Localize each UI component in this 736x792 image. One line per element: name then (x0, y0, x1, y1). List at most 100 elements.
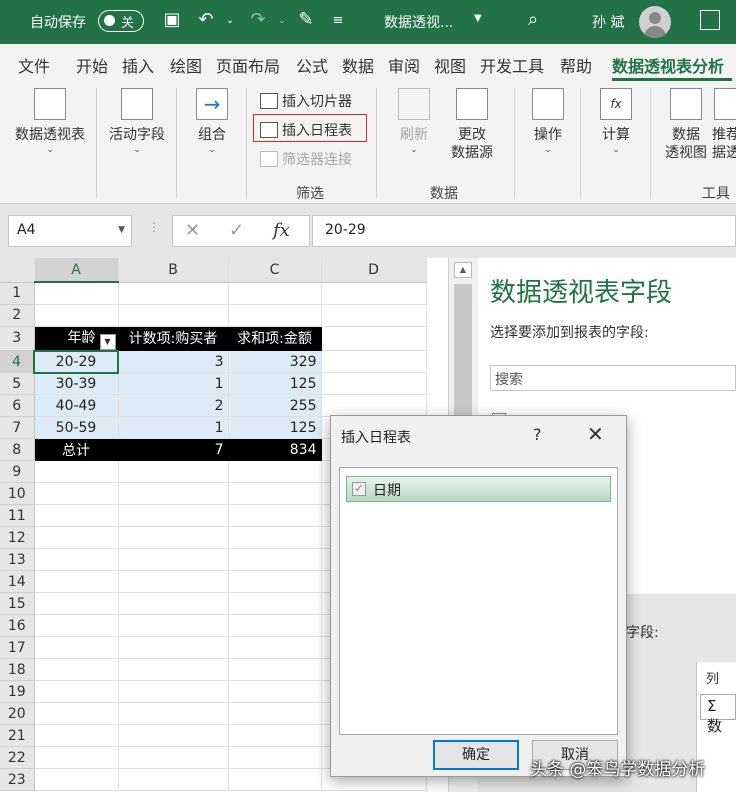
cell[interactable] (34, 614, 119, 637)
cell[interactable] (34, 460, 119, 483)
undo-dropdown-icon[interactable]: ⌄ (218, 15, 242, 26)
close-icon[interactable]: ✕ (587, 422, 604, 446)
pivot-header-age[interactable]: 年龄 ▼ (34, 326, 119, 351)
cell[interactable] (118, 724, 229, 747)
cell[interactable] (118, 304, 229, 327)
tab-review[interactable]: 审阅 (388, 53, 420, 77)
cell[interactable] (228, 680, 322, 703)
cell-age[interactable]: 30-39 (34, 372, 119, 395)
help-icon[interactable]: ? (533, 425, 542, 444)
cell-age[interactable]: 40-49 (34, 394, 119, 417)
row-header[interactable]: 3 (0, 326, 35, 351)
actions-button[interactable]: 操作 ⌄ (524, 88, 572, 156)
cell[interactable] (34, 526, 119, 549)
tab-draw[interactable]: 绘图 (170, 53, 202, 77)
pivotchart-button[interactable]: 数据 透视图 (660, 88, 712, 162)
cell[interactable] (321, 394, 427, 417)
row-header[interactable]: 13 (0, 548, 35, 571)
enter-icon[interactable]: ✓ (229, 220, 244, 241)
cell[interactable] (118, 570, 229, 593)
scroll-up-icon[interactable]: ▲ (454, 262, 472, 278)
row-header[interactable]: 19 (0, 680, 35, 703)
date-field-item[interactable]: ✓ 日期 (346, 476, 611, 502)
cell[interactable] (118, 636, 229, 659)
row-header[interactable]: 9 (0, 460, 35, 483)
title-dropdown-icon[interactable]: ▼ (474, 13, 482, 24)
cell[interactable] (34, 282, 119, 305)
cell[interactable] (118, 460, 229, 483)
tab-pivottable-analyze[interactable]: 数据透视表分析 (612, 53, 724, 77)
tab-developer[interactable]: 开发工具 (480, 53, 544, 77)
tab-home[interactable]: 开始 (76, 53, 108, 77)
cell-count[interactable]: 1 (118, 416, 229, 439)
cell[interactable] (228, 592, 322, 615)
ok-button[interactable]: 确定 (433, 740, 519, 770)
cell[interactable] (118, 768, 229, 791)
cell[interactable] (34, 548, 119, 571)
row-header[interactable]: 15 (0, 592, 35, 615)
pivot-header-sum[interactable]: 求和项:金额 (228, 326, 322, 351)
cell[interactable] (321, 372, 427, 395)
cell[interactable] (118, 548, 229, 571)
cell[interactable] (228, 658, 322, 681)
customize-qat-icon[interactable]: ≡ (326, 13, 350, 28)
active-cell[interactable]: 20-29 (33, 349, 119, 374)
cell[interactable] (118, 482, 229, 505)
cell[interactable] (228, 504, 322, 527)
cell[interactable] (228, 768, 322, 791)
filter-dropdown-icon[interactable]: ▼ (99, 333, 116, 350)
undo-icon[interactable]: ↶ (194, 9, 218, 30)
cell[interactable] (228, 304, 322, 327)
column-header-a[interactable]: A (34, 258, 119, 283)
row-header[interactable]: 23 (0, 768, 35, 791)
cell[interactable] (118, 592, 229, 615)
cell[interactable] (228, 460, 322, 483)
checkbox-checked-icon[interactable]: ✓ (352, 482, 366, 496)
cell[interactable] (228, 636, 322, 659)
cell-sum[interactable]: 125 (228, 416, 322, 439)
cell[interactable] (228, 548, 322, 571)
row-header[interactable]: 17 (0, 636, 35, 659)
tab-view[interactable]: 视图 (434, 53, 466, 77)
cell[interactable] (118, 746, 229, 769)
cell-sum[interactable]: 329 (228, 350, 322, 373)
tab-data[interactable]: 数据 (342, 53, 374, 77)
chevron-down-icon[interactable]: ▼ (118, 225, 125, 235)
row-header[interactable]: 10 (0, 482, 35, 505)
search-icon[interactable]: ⌕ (528, 9, 538, 30)
cell[interactable] (34, 680, 119, 703)
row-header[interactable]: 21 (0, 724, 35, 747)
row-header[interactable]: 5 (0, 372, 35, 395)
redo-dropdown-icon[interactable]: ⌄ (270, 15, 294, 26)
tab-insert[interactable]: 插入 (122, 53, 154, 77)
row-header[interactable]: 8 (0, 438, 35, 461)
cell[interactable] (118, 504, 229, 527)
cell[interactable] (228, 614, 322, 637)
cell[interactable] (34, 570, 119, 593)
change-data-source-button[interactable]: 更改 数据源 (440, 88, 504, 162)
cell[interactable] (228, 702, 322, 725)
cell[interactable] (34, 592, 119, 615)
active-field-button[interactable]: 活动字段 ⌄ (104, 88, 170, 156)
cell-count[interactable]: 3 (118, 350, 229, 373)
formula-input[interactable]: 20-29 (312, 215, 736, 247)
format-painter-icon[interactable]: ✎ (294, 9, 318, 30)
cell-age[interactable]: 50-59 (34, 416, 119, 439)
column-header-b[interactable]: B (118, 258, 229, 283)
user-name[interactable]: 孙 斌 (592, 12, 624, 32)
row-header[interactable]: 18 (0, 658, 35, 681)
cell[interactable] (34, 768, 119, 791)
cell[interactable] (118, 526, 229, 549)
ribbon-display-icon[interactable] (700, 10, 720, 30)
row-header[interactable]: 11 (0, 504, 35, 527)
cell[interactable] (228, 570, 322, 593)
cell[interactable] (321, 282, 427, 305)
select-all-corner[interactable] (0, 258, 35, 283)
insert-slicer-button[interactable]: 插入切片器 (260, 91, 352, 111)
pivottable-button[interactable]: 数据透视表 ⌄ (8, 88, 92, 156)
cell[interactable] (118, 614, 229, 637)
cell[interactable] (34, 482, 119, 505)
tab-help[interactable]: 帮助 (560, 53, 592, 77)
total-sum[interactable]: 834 (228, 438, 322, 461)
cell[interactable] (228, 282, 322, 305)
